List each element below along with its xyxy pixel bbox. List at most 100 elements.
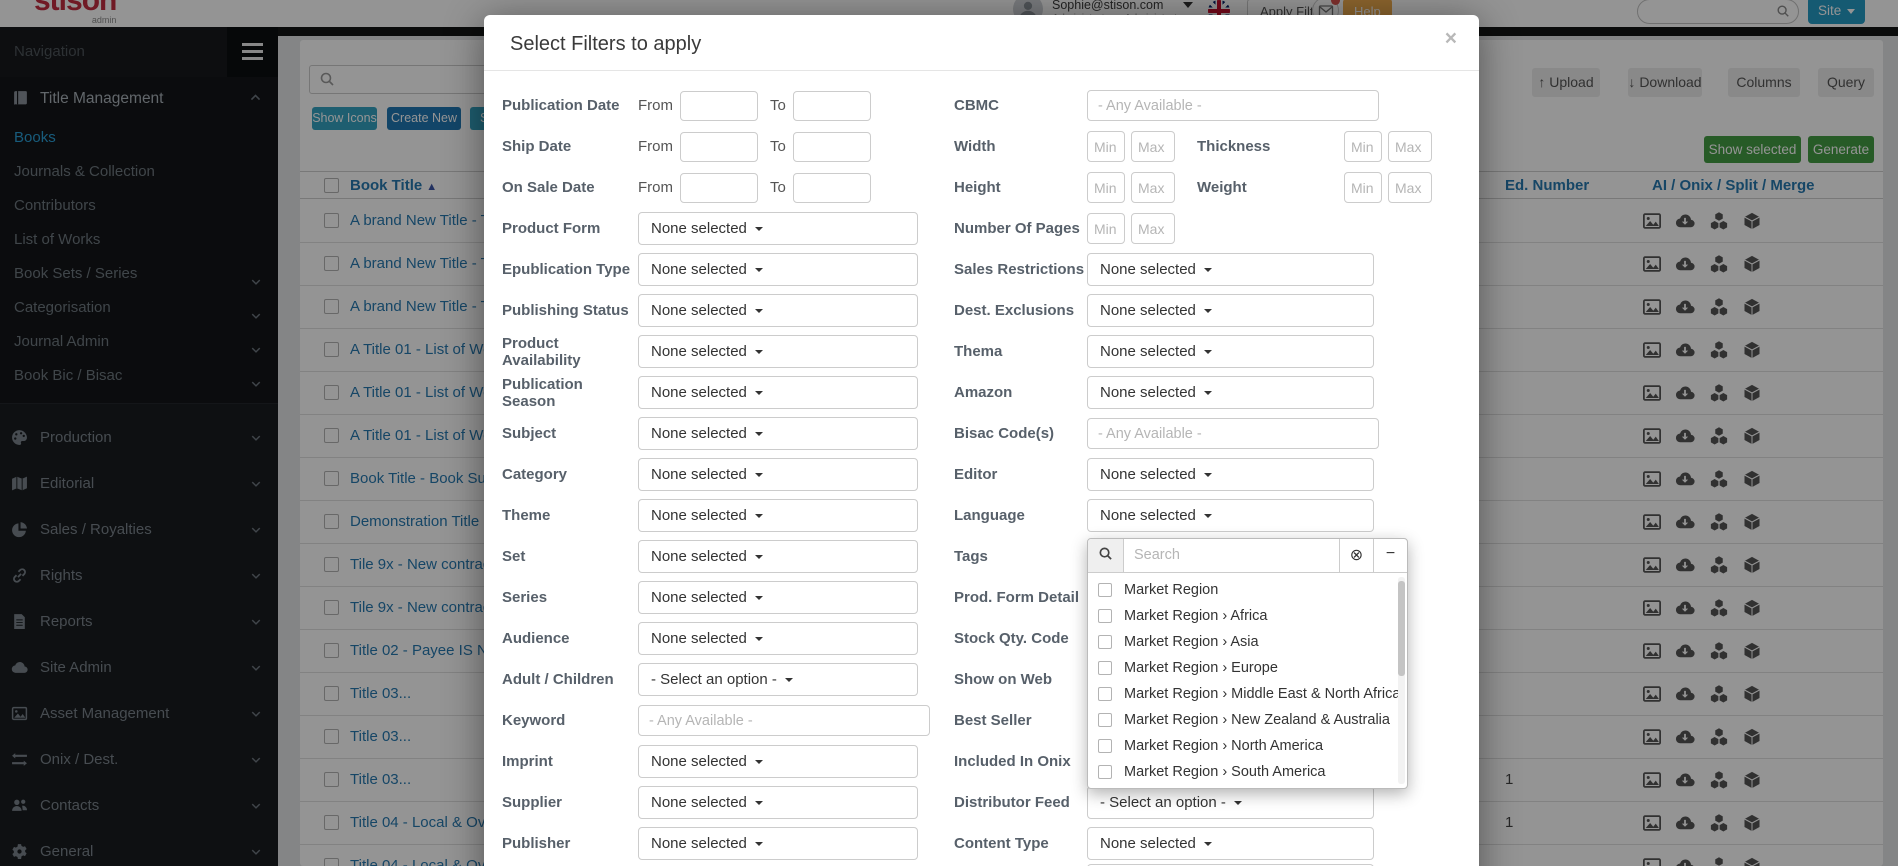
publication-season-dropdown[interactable]: None selected bbox=[638, 376, 918, 409]
caret-down-icon bbox=[1203, 841, 1212, 846]
caret-down-icon bbox=[754, 267, 763, 272]
filter-epublication-type: Epublication Type None selected bbox=[502, 249, 954, 290]
width-min-input[interactable] bbox=[1087, 131, 1125, 162]
tag-option[interactable]: Market Region › Europe bbox=[1088, 655, 1407, 681]
product-form-dropdown[interactable]: None selected bbox=[638, 212, 918, 245]
weight-max-input[interactable] bbox=[1388, 172, 1432, 203]
tags-dropdown-panel: ⊗ − Market Region Market Region bbox=[1087, 537, 1408, 789]
filter-content-type: Content Type None selected bbox=[954, 823, 1474, 864]
filter-keyword: Keyword bbox=[502, 700, 954, 741]
scrollbar[interactable] bbox=[1398, 576, 1405, 784]
caret-down-icon bbox=[754, 800, 763, 805]
modal-body: Publication Date From To Ship Date From … bbox=[484, 71, 1479, 866]
caret-down-icon bbox=[754, 636, 763, 641]
option-label: Market Region bbox=[1124, 581, 1219, 598]
filter-category: Category None selected bbox=[502, 454, 954, 495]
audience-dropdown[interactable]: None selected bbox=[638, 622, 918, 655]
modal-header: Select Filters to apply × bbox=[484, 15, 1479, 71]
cbmc-input[interactable] bbox=[1087, 90, 1379, 121]
on-sale-date-from-input[interactable] bbox=[680, 172, 758, 203]
filter-audience: Audience None selected bbox=[502, 618, 954, 659]
option-checkbox[interactable] bbox=[1098, 660, 1112, 675]
tags-option-list: Market Region Market Region › Africa Mar… bbox=[1088, 573, 1407, 788]
scrollbar-thumb[interactable] bbox=[1398, 580, 1405, 676]
caret-down-icon bbox=[754, 841, 763, 846]
keyword-input[interactable] bbox=[638, 705, 930, 736]
filter-on-sale-date: On Sale Date From To bbox=[502, 167, 954, 208]
option-checkbox[interactable] bbox=[1098, 634, 1112, 649]
weight-min-input[interactable] bbox=[1344, 172, 1382, 203]
imprint-dropdown[interactable]: None selected bbox=[638, 745, 918, 778]
caret-down-icon bbox=[754, 226, 763, 231]
bisac-codes-input[interactable] bbox=[1087, 418, 1379, 449]
tag-option[interactable]: Market Region › Africa bbox=[1088, 603, 1407, 629]
option-checkbox[interactable] bbox=[1098, 686, 1112, 701]
tag-option[interactable]: Market Region › Middle East & North Afri… bbox=[1088, 681, 1407, 707]
publication-date-from-input[interactable] bbox=[680, 90, 758, 121]
caret-down-icon bbox=[754, 349, 763, 354]
collapse-icon[interactable]: − bbox=[1373, 538, 1407, 572]
amazon-dropdown[interactable]: None selected bbox=[1087, 376, 1374, 409]
tags-search-input[interactable] bbox=[1124, 538, 1339, 572]
ship-date-to-input[interactable] bbox=[792, 131, 871, 162]
tag-option[interactable]: Market Region › North America bbox=[1088, 733, 1407, 759]
caret-down-icon bbox=[754, 759, 763, 764]
thickness-max-input[interactable] bbox=[1388, 131, 1432, 162]
close-icon[interactable]: × bbox=[1445, 27, 1457, 51]
series-dropdown[interactable]: None selected bbox=[638, 581, 918, 614]
theme-dropdown[interactable]: None selected bbox=[638, 499, 918, 532]
width-max-input[interactable] bbox=[1131, 131, 1175, 162]
tag-option[interactable]: Market Region › New Zealand & Australia bbox=[1088, 707, 1407, 733]
caret-down-icon bbox=[1203, 472, 1212, 477]
option-label: Market Region › North America bbox=[1124, 737, 1324, 754]
filter-supplier: Supplier None selected bbox=[502, 782, 954, 823]
publishing-status-dropdown[interactable]: None selected bbox=[638, 294, 918, 327]
supplier-dropdown[interactable]: None selected bbox=[638, 786, 918, 819]
distributor-feed-dropdown[interactable]: - Select an option - bbox=[1087, 786, 1374, 819]
clear-selection-icon[interactable]: ⊗ bbox=[1339, 538, 1373, 572]
thickness-min-input[interactable] bbox=[1344, 131, 1382, 162]
subject-dropdown[interactable]: None selected bbox=[638, 417, 918, 450]
option-checkbox[interactable] bbox=[1098, 712, 1112, 727]
caret-down-icon bbox=[1203, 349, 1212, 354]
publication-date-to-input[interactable] bbox=[792, 90, 871, 121]
set-dropdown[interactable]: None selected bbox=[638, 540, 918, 573]
tag-option[interactable]: Market Region › Asia bbox=[1088, 629, 1407, 655]
adult-children-dropdown[interactable]: - Select an option - bbox=[638, 663, 918, 696]
caret-down-icon bbox=[1203, 513, 1212, 518]
product-availability-dropdown[interactable]: None selected bbox=[638, 335, 918, 368]
option-checkbox[interactable] bbox=[1098, 582, 1112, 597]
thema-dropdown[interactable]: None selected bbox=[1087, 335, 1374, 368]
ship-date-from-input[interactable] bbox=[680, 131, 758, 162]
category-dropdown[interactable]: None selected bbox=[638, 458, 918, 491]
option-checkbox[interactable] bbox=[1098, 764, 1112, 779]
dest-exclusions-dropdown[interactable]: None selected bbox=[1087, 294, 1374, 327]
tag-option[interactable]: Market Region bbox=[1088, 577, 1407, 603]
caret-down-icon bbox=[1233, 800, 1242, 805]
on-sale-date-to-input[interactable] bbox=[792, 172, 871, 203]
caret-down-icon bbox=[1203, 390, 1212, 395]
option-label: Market Region › Africa bbox=[1124, 607, 1268, 624]
option-checkbox[interactable] bbox=[1098, 608, 1112, 623]
height-min-input[interactable] bbox=[1087, 172, 1125, 203]
language-dropdown[interactable]: None selected bbox=[1087, 499, 1374, 532]
epublication-type-dropdown[interactable]: None selected bbox=[638, 253, 918, 286]
filter-publishing-status: Publishing Status None selected bbox=[502, 290, 954, 331]
caret-down-icon bbox=[754, 390, 763, 395]
sales-restrictions-dropdown[interactable]: None selected bbox=[1087, 253, 1374, 286]
filter-tags: Tags ⊗ − bbox=[954, 536, 1474, 789]
select-filters-modal: Select Filters to apply × Publication Da… bbox=[484, 15, 1479, 866]
height-max-input[interactable] bbox=[1131, 172, 1175, 203]
editor-dropdown[interactable]: None selected bbox=[1087, 458, 1374, 491]
pages-min-input[interactable] bbox=[1087, 213, 1125, 244]
pages-max-input[interactable] bbox=[1131, 213, 1175, 244]
filters-left-column: Publication Date From To Ship Date From … bbox=[502, 85, 954, 866]
filter-set: Set None selected bbox=[502, 536, 954, 577]
modal-title: Select Filters to apply bbox=[510, 33, 702, 55]
content-type-dropdown[interactable]: None selected bbox=[1087, 827, 1374, 860]
tag-option[interactable]: Market Region › South America bbox=[1088, 759, 1407, 785]
filter-thema: Thema None selected bbox=[954, 331, 1474, 372]
publisher-dropdown[interactable]: None selected bbox=[638, 827, 918, 860]
option-checkbox[interactable] bbox=[1098, 738, 1112, 753]
filters-right-column: CBMC Width Thickness Height Weight bbox=[954, 85, 1474, 866]
